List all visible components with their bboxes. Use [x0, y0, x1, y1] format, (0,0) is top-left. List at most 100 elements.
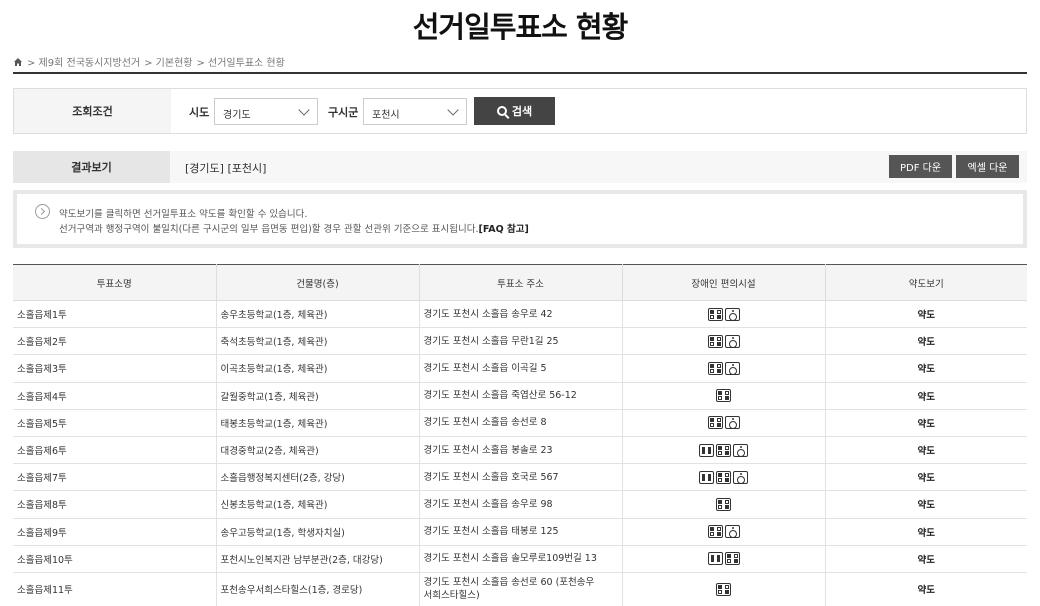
sigungu-select[interactable]: 포천시	[363, 98, 467, 125]
search-button[interactable]: 검색	[474, 97, 555, 125]
map-link[interactable]: 약도	[825, 518, 1027, 546]
map-link[interactable]: 약도	[825, 409, 1027, 437]
map-link[interactable]: 약도	[825, 572, 1027, 606]
facilities-cell	[622, 490, 826, 519]
address-cell: 경기도 포천시 소흘읍 호국로 567	[419, 463, 623, 492]
result-filter-text: [경기도] [포천시]	[185, 162, 267, 175]
wheelchair-icon	[724, 361, 740, 375]
address-line-2: 서희스타힐스)	[423, 590, 480, 602]
home-icon[interactable]	[13, 57, 23, 67]
search-icon	[496, 106, 507, 116]
map-link[interactable]: 약도	[825, 300, 1027, 329]
header-address: 투표소 주소	[419, 264, 623, 301]
chevron-right-circle-icon	[35, 204, 50, 219]
station-name-cell: 소흘읍제5투	[13, 409, 217, 437]
map-link[interactable]: 약도	[825, 490, 1027, 519]
table-row: 소흘읍제9투 송우고등학교(1층, 학생자치실) 경기도 포천시 소흘읍 태봉로 1…	[13, 518, 1027, 546]
facilities-cell	[622, 409, 826, 437]
address-line-1: 경기도 포천시 소흘읍 송우로 98	[423, 498, 553, 510]
address-line-1: 경기도 포천시 소흘읍 솔모루로109번길 13	[423, 553, 597, 565]
table-row: 소흘읍제8투 신봉초등학교(1층, 체육관) 경기도 포천시 소흘읍 송우로 98 약…	[13, 490, 1027, 519]
ramp-icon	[724, 552, 740, 566]
wheelchair-icon	[724, 334, 740, 348]
wheelchair-icon	[733, 470, 748, 484]
table-header-row: 투표소명 건물명(층) 투표소 주소 장애인 편의시설 약도보기	[13, 264, 1027, 301]
notice-line-1: 약도보기를 클릭하면 선거일투표소 약도를 확인할 수 있습니다.	[59, 209, 308, 220]
table-row: 소흘읍제4투 갈월중학교(1층, 체육관) 경기도 포천시 소흘읍 죽엽산로 56-…	[13, 382, 1027, 410]
table-row: 소흘읍제1투 송우초등학교(1층, 체육관) 경기도 포천시 소흘읍 송우로 42 약…	[13, 300, 1027, 329]
station-name-cell: 소흘읍제6투	[13, 436, 217, 465]
chevron-down-icon	[298, 104, 310, 116]
map-link[interactable]: 약도	[825, 327, 1027, 356]
breadcrumb-item-current: > 선거일투표소 현황	[196, 58, 285, 69]
facilities-cell	[622, 545, 826, 573]
map-link[interactable]: 약도	[825, 436, 1027, 465]
ramp-icon	[707, 416, 723, 430]
address-cell: 경기도 포천시 소흘읍 송우로 42	[419, 300, 623, 329]
facilities-cell	[622, 354, 826, 383]
header-map: 약도보기	[825, 264, 1027, 301]
address-cell: 경기도 포천시 소흘읍 송우로 98	[419, 490, 623, 519]
toilet-icon	[699, 443, 714, 457]
notice-line-2-text: 선거구역과 행정구역이 불일치(다른 구시군의 일부 읍면동 편입)할 경우 관…	[59, 224, 479, 235]
station-name-cell: 소흘읍제8투	[13, 490, 217, 519]
table-row: 소흘읍제7투 소흘읍행정복지센터(2층, 강당) 경기도 포천시 소흘읍 호국로 5…	[13, 463, 1027, 492]
address-cell: 경기도 포천시 소흘읍 솔모루로109번길 13	[419, 545, 623, 573]
building-cell: 송우고등학교(1층, 학생자치실)	[216, 518, 420, 546]
notice-line-2: 선거구역과 행정구역이 불일치(다른 구시군의 일부 읍면동 편입)할 경우 관…	[59, 221, 529, 235]
address-cell: 경기도 포천시 소흘읍 봉솔로 23	[419, 436, 623, 465]
facilities-cell	[622, 463, 826, 492]
toilet-icon	[699, 470, 714, 484]
building-cell: 축석초등학교(1층, 체육관)	[216, 327, 420, 356]
station-name-cell: 소흘읍제1투	[13, 300, 217, 329]
address-line-1: 경기도 포천시 소흘읍 봉솔로 23	[423, 444, 553, 456]
station-name-cell: 소흘읍제2투	[13, 327, 217, 356]
address-cell: 경기도 포천시 소흘읍 무란1길 25	[419, 327, 623, 356]
search-panel: 조회조건 시도 경기도 구시군 포천시 검색	[13, 88, 1027, 134]
pdf-download-button[interactable]: PDF 다운	[889, 155, 952, 178]
sigungu-select-value: 포천시	[372, 110, 400, 121]
building-cell: 포천송우서희스타힐스(1층, 경로당)	[216, 572, 420, 606]
ramp-icon	[716, 443, 731, 457]
table-row: 소흘읍제5투 태봉초등학교(1층, 체육관) 경기도 포천시 소흘읍 송선로 8 약도	[13, 409, 1027, 437]
sido-select[interactable]: 경기도	[214, 98, 318, 125]
header-facilities: 장애인 편의시설	[622, 264, 826, 301]
facilities-cell	[622, 518, 826, 546]
facilities-cell	[622, 572, 826, 606]
building-cell: 신봉초등학교(1층, 체육관)	[216, 490, 420, 519]
station-name-cell: 소흘읍제10투	[13, 545, 217, 573]
ramp-icon	[716, 582, 731, 596]
search-button-label: 검색	[511, 105, 533, 118]
facilities-cell	[622, 436, 826, 465]
address-cell: 경기도 포천시 소흘읍 죽엽산로 56-12	[419, 382, 623, 410]
map-link[interactable]: 약도	[825, 354, 1027, 383]
sido-select-value: 경기도	[223, 110, 251, 121]
ramp-icon	[716, 497, 731, 511]
ramp-icon	[707, 525, 723, 539]
header-building: 건물명(층)	[216, 264, 420, 301]
address-cell: 경기도 포천시 소흘읍 송선로 60 (포천송우 서희스타힐스)	[419, 572, 623, 606]
address-line-1: 경기도 포천시 소흘읍 무란1길 25	[423, 335, 559, 347]
building-cell: 송우초등학교(1층, 체육관)	[216, 300, 420, 329]
address-cell: 경기도 포천시 소흘읍 이곡길 5	[419, 354, 623, 383]
breadcrumb-item-basic[interactable]: > 기본현황	[144, 54, 192, 69]
map-link[interactable]: 약도	[825, 463, 1027, 492]
excel-download-button[interactable]: 엑셀 다운	[956, 155, 1019, 178]
map-link[interactable]: 약도	[825, 545, 1027, 573]
faq-link[interactable]: [FAQ 참고]	[478, 224, 528, 235]
table-row: 소흘읍제3투 이곡초등학교(1층, 체육관) 경기도 포천시 소흘읍 이곡길 5 약도	[13, 354, 1027, 383]
map-link[interactable]: 약도	[825, 382, 1027, 410]
toilet-icon	[707, 552, 723, 566]
table-row: 소흘읍제11투 포천송우서희스타힐스(1층, 경로당) 경기도 포천시 소흘읍 송선…	[13, 572, 1027, 606]
title-divider	[13, 72, 1027, 74]
table-row: 소흘읍제2투 축석초등학교(1층, 체육관) 경기도 포천시 소흘읍 무란1길 25…	[13, 327, 1027, 356]
ramp-icon	[707, 334, 723, 348]
search-condition-label: 조회조건	[14, 89, 171, 133]
page-title: 선거일투표소 현황	[412, 10, 629, 44]
breadcrumb-item-election[interactable]: > 제9회 전국동시지방선거	[27, 54, 140, 69]
table-row: 소흘읍제6투 대경중학교(2층, 체육관) 경기도 포천시 소흘읍 봉솔로 23 약도	[13, 436, 1027, 465]
building-cell: 소흘읍행정복지센터(2층, 강당)	[216, 463, 420, 492]
polling-station-table: 투표소명 건물명(층) 투표소 주소 장애인 편의시설 약도보기 소흘읍제1투 송…	[13, 264, 1027, 606]
wheelchair-icon	[724, 525, 740, 539]
chevron-down-icon	[447, 104, 459, 116]
